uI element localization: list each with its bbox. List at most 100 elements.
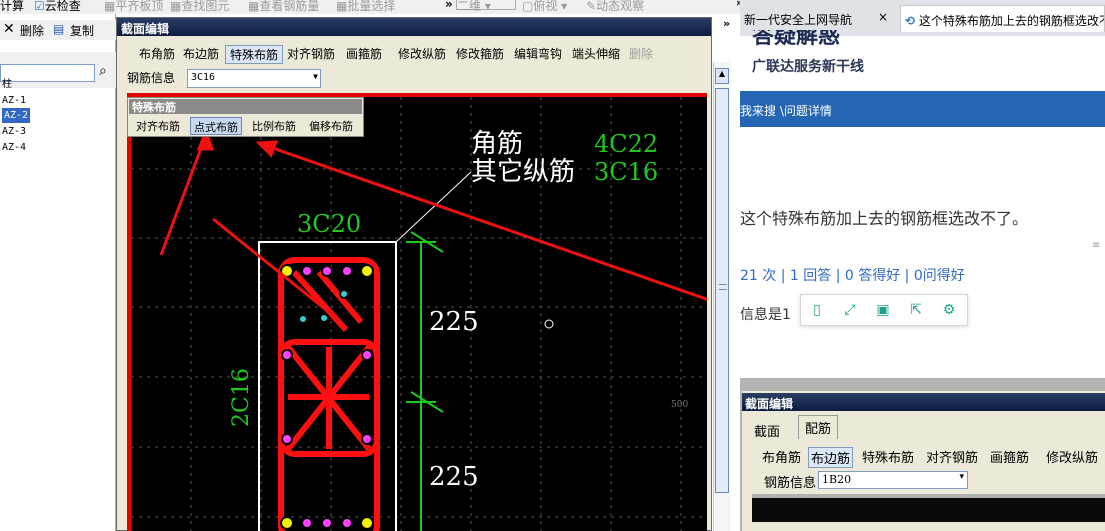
corner-rebar-value: 4C22	[594, 130, 658, 158]
btn-point-layout[interactable]: 点式布筋	[190, 117, 242, 135]
rebar-info-select[interactable]: 3C16 ▼	[187, 69, 321, 88]
embedded-info-value: 1B20	[822, 473, 852, 486]
dialog-scrollbar[interactable]: ▲	[713, 62, 730, 531]
chevron-down-icon[interactable]: ▼	[313, 72, 318, 81]
copy-button[interactable]: 复制	[70, 22, 94, 39]
grip-icon	[719, 284, 727, 290]
scroll-grip-icon[interactable]: ≡	[1092, 240, 1102, 270]
save-icon[interactable]: ▣	[874, 301, 892, 319]
answer-text: 信息是1	[740, 307, 791, 323]
dialog-title: 截面编辑	[117, 18, 711, 36]
dim-label-1: 225	[429, 307, 479, 337]
embedded-info-label: 钢筋信息	[764, 476, 817, 491]
site-banner-title: 答疑解惑	[752, 30, 841, 49]
stirrups	[278, 257, 380, 531]
other-rebar-label: 其它纵筋	[471, 157, 575, 187]
top-rebar-label: 3C20	[297, 210, 361, 238]
chevron-down-icon: ▾	[959, 472, 964, 482]
toolbar-find[interactable]: ▦查找图元	[170, 0, 229, 14]
left-pane-toolbar: ✕ 删除 ▤ 复制	[0, 20, 116, 40]
popup-title: 特殊布筋	[129, 99, 362, 114]
scroll-up-icon[interactable]: ▲	[715, 68, 729, 84]
browser-window: 新一代安全上网导航 × ⟲ 这个特殊布筋加上去的钢筋框选改不了 答疑解惑 广联达…	[740, 0, 1105, 531]
tree-item-az4[interactable]: AZ-4	[2, 140, 26, 155]
toolbar-view-rebar[interactable]: ▦查看钢筋量	[248, 0, 319, 14]
tab-question[interactable]: ⟲ 这个特殊布筋加上去的钢筋框选改不了	[900, 5, 1105, 32]
embedded-btn-modify: 修改纵筋	[1046, 451, 1099, 466]
breadcrumb[interactable]: 我来搜 \问题详情	[740, 104, 832, 118]
tree-item-column[interactable]: 柱	[2, 77, 12, 92]
dim-label-2: 225	[429, 462, 479, 492]
embedded-btn-special: 特殊布筋	[862, 451, 915, 466]
btn-ratio-layout[interactable]: 比例布筋	[249, 117, 299, 135]
crosshair-cursor	[544, 319, 554, 329]
rebar-info-label: 钢筋信息	[127, 71, 176, 85]
btn-align-rebar[interactable]: 对齐钢筋	[283, 45, 339, 64]
search-input[interactable]	[0, 64, 95, 82]
embedded-info-select: 1B20 ▾	[818, 471, 968, 489]
btn-offset-layout[interactable]: 偏移布筋	[306, 117, 356, 135]
question-stats[interactable]: 21 次 | 1 回答 | 0 答得好 | 0问得好	[740, 265, 965, 285]
question-title: 这个特殊布筋加上去的钢筋框选改不了。	[740, 209, 1029, 228]
embedded-btn-align: 对齐钢筋	[926, 451, 979, 466]
tree-item-az1[interactable]: AZ-1	[2, 93, 26, 108]
nav-bar: 我来搜 \问题详情	[740, 91, 1105, 127]
btn-draw-stirrup[interactable]: 画箍筋	[342, 45, 386, 64]
btn-edge-rebar[interactable]: 布边筋	[179, 45, 223, 64]
embedded-dialog: 截面编辑 截面 配筋 布角筋 布边筋 特殊布筋 对齐钢筋 画箍筋 修改纵筋 钢筋…	[742, 391, 1105, 531]
btn-modify-stirrup[interactable]: 修改箍筋	[452, 45, 508, 64]
rebar-info-value: 3C16	[191, 72, 216, 83]
embedded-btn-stirrup: 画箍筋	[990, 451, 1030, 466]
embedded-tab-rebar: 配筋	[798, 415, 839, 439]
copy-icon[interactable]: ▤	[53, 22, 64, 36]
search-icon[interactable]: ⌕	[99, 63, 107, 79]
btn-modify-long[interactable]: 修改纵筋	[394, 45, 450, 64]
grid-label: 500	[671, 400, 688, 410]
delete-icon[interactable]: ✕	[3, 21, 15, 37]
toolbar-cloud-check[interactable]: ☑云检查	[34, 0, 81, 14]
phone-icon[interactable]: ▯	[808, 301, 826, 319]
scroll-thumb[interactable]	[715, 88, 729, 493]
toolbar-chevron[interactable]: »	[445, 0, 453, 11]
embedded-tab-section: 截面	[754, 425, 781, 440]
btn-align-layout[interactable]: 对齐布筋	[133, 117, 183, 135]
special-rebar-popup: 特殊布筋 对齐布筋 点式布筋 比例布筋 偏移布筋	[127, 97, 364, 137]
tab-label: 这个特殊布筋加上去的钢筋框选改不了	[918, 14, 1105, 28]
cloud-check-icon: ☑	[34, 0, 45, 13]
embedded-dialog-title: 截面编辑	[742, 393, 1105, 411]
site-banner-subtitle: 广联达服务新干线	[752, 59, 864, 75]
embedded-btn-corner: 布角筋	[762, 451, 802, 466]
settings-icon[interactable]: ⚙	[940, 301, 958, 319]
dialog-toolbar: 布角筋 布边筋 特殊布筋 对齐钢筋 画箍筋 修改纵筋 修改箍筋 编辑弯钩 端头伸…	[119, 43, 709, 65]
toolbar-top-view[interactable]: ▢俯视 ▾	[522, 0, 567, 14]
tree-item-az3[interactable]: AZ-3	[2, 124, 26, 139]
btn-corner-rebar[interactable]: 布角筋	[135, 45, 179, 64]
corner-rebar-label: 角筋	[471, 129, 523, 159]
tab-safe-nav[interactable]: 新一代安全上网导航 ×	[740, 5, 896, 32]
toolbar-orbit[interactable]: ✎动态观察	[586, 0, 644, 14]
btn-special-rebar[interactable]: 特殊布筋	[225, 45, 284, 64]
expand-icon[interactable]: ⤢	[841, 301, 859, 319]
search-area: ⌕	[0, 52, 116, 88]
btn-delete: 删除	[629, 47, 654, 61]
drawing-canvas[interactable]: 500 角筋 4C22 其它纵筋 3C16 3C20 2C16 225 225	[127, 93, 707, 531]
btn-edit-hook[interactable]: 编辑弯钩	[510, 45, 566, 64]
toolbar-align-top[interactable]: ▦平齐板顶	[104, 0, 163, 14]
side-rebar-label: 2C16	[229, 368, 254, 427]
share-icon[interactable]: ⇱	[907, 301, 925, 319]
share-toolbar: ▯ ⤢ ▣ ⇱ ⚙	[800, 294, 968, 326]
close-icon[interactable]: ×	[878, 10, 888, 24]
leader-line	[395, 171, 472, 243]
section-drawing: 500 角筋 4C22 其它纵筋 3C16 3C20 2C16 225 225	[131, 97, 707, 531]
tree-item-az2[interactable]: AZ-2	[2, 108, 31, 123]
browser-logo-icon: ⟲	[905, 14, 916, 28]
main-toolbar: 计算 ☑云检查 ▦平齐板顶 ▦查找图元 ▦查看钢筋量 ▦批量选择 » 二维 ▾ …	[0, 0, 740, 14]
toolbar-calc[interactable]: 计算	[0, 0, 24, 14]
toolbar-batch-select[interactable]: ▦批量选择	[336, 0, 395, 14]
toolbar-2d-select[interactable]: 二维 ▾	[456, 0, 516, 13]
left-pane: ✕ 删除 ▤ 复制 ⌕ 柱 AZ-1 AZ-2 AZ-3 AZ-4	[0, 14, 116, 531]
chevron-right-icon[interactable]: »	[723, 17, 730, 30]
embedded-canvas	[752, 494, 1105, 522]
delete-button[interactable]: 删除	[20, 22, 44, 39]
btn-end-stretch[interactable]: 端头伸缩	[568, 45, 624, 64]
